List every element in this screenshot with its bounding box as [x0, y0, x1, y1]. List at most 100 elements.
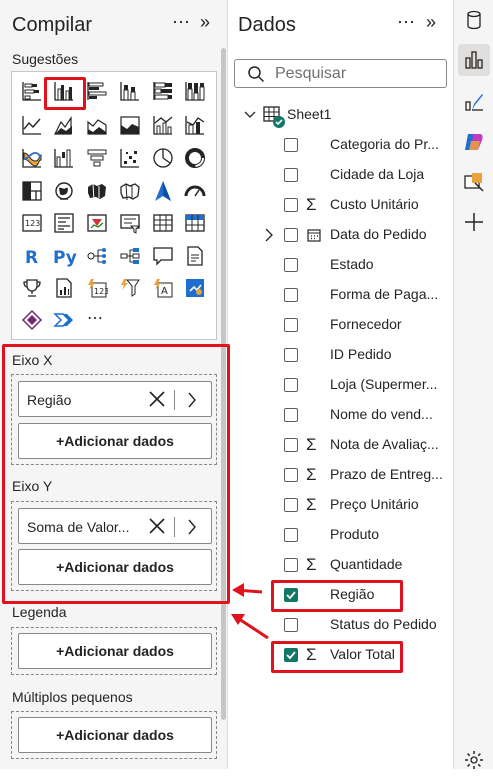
field-row[interactable]: Estado — [228, 250, 453, 280]
ribbon-chart-icon[interactable] — [21, 147, 43, 169]
field-checkbox[interactable] — [284, 378, 298, 392]
field-row[interactable]: Categoria do Pr... — [228, 130, 453, 160]
line-chart-icon[interactable] — [21, 114, 43, 136]
table-node[interactable]: Sheet1 — [228, 100, 453, 130]
field-checkbox[interactable] — [284, 348, 298, 362]
key-influencers-icon[interactable] — [86, 245, 108, 267]
field-row[interactable]: Σ Custo Unitário — [228, 190, 453, 220]
field-checkbox[interactable] — [284, 288, 298, 302]
field-row[interactable]: ID Pedido — [228, 340, 453, 370]
100-stacked-bar-chart-icon[interactable] — [152, 80, 174, 102]
area-chart-icon[interactable] — [53, 114, 75, 136]
kpi-icon[interactable] — [86, 212, 108, 234]
more-options-icon[interactable]: ⋯ — [397, 12, 416, 33]
field-checkbox[interactable] — [284, 168, 298, 182]
field-row[interactable]: Loja (Supermer... — [228, 370, 453, 400]
collapse-pane-icon[interactable]: » — [200, 12, 211, 33]
y-axis-well[interactable]: Soma de Valor... +Adicionar dados — [11, 501, 217, 591]
power-apps-alt-icon[interactable] — [21, 309, 43, 331]
pie-chart-icon[interactable] — [152, 147, 174, 169]
field-checkbox[interactable] — [284, 408, 298, 422]
python-visual-icon[interactable]: Py — [53, 245, 79, 267]
legend-add-data-button[interactable]: +Adicionar dados — [18, 633, 212, 669]
field-row[interactable]: Σ Preço Unitário — [228, 490, 453, 520]
clustered-column-chart-icon[interactable] — [53, 80, 75, 102]
build-pane-scrollbar[interactable] — [221, 48, 226, 720]
remove-field-icon[interactable] — [148, 517, 166, 535]
field-row[interactable]: Produto — [228, 520, 453, 550]
stacked-column-chart-icon[interactable] — [119, 80, 141, 102]
field-row[interactable]: Nome do vend... — [228, 400, 453, 430]
y-axis-field-chip[interactable]: Soma de Valor... — [18, 508, 212, 544]
custom-visual-icon[interactable] — [184, 277, 206, 299]
small-multiples-add-data-button[interactable]: +Adicionar dados — [18, 717, 212, 753]
scatter-chart-icon[interactable] — [119, 147, 141, 169]
gauge-icon[interactable] — [184, 180, 206, 202]
remove-field-icon[interactable] — [148, 390, 166, 408]
field-checkbox[interactable] — [284, 588, 298, 602]
field-checkbox[interactable] — [284, 318, 298, 332]
chevron-right-icon[interactable] — [264, 227, 274, 243]
field-row[interactable]: Σ Quantidade — [228, 550, 453, 580]
data-rail-button[interactable] — [458, 4, 490, 36]
treemap-icon[interactable] — [21, 180, 43, 202]
field-checkbox[interactable] — [284, 438, 298, 452]
more-options-icon[interactable]: ⋯ — [172, 12, 191, 33]
line-stacked-column-chart-icon[interactable] — [184, 114, 206, 136]
donut-chart-icon[interactable] — [184, 147, 206, 169]
y-axis-add-data-button[interactable]: +Adicionar dados — [18, 549, 212, 585]
filled-map-icon[interactable] — [86, 180, 108, 202]
decomposition-tree-icon[interactable] — [119, 245, 141, 267]
card-icon[interactable]: 123 — [21, 212, 43, 234]
stacked-area-chart-icon[interactable] — [86, 114, 108, 136]
smart-narrative-icon[interactable]: A — [152, 277, 174, 299]
multi-row-card-icon[interactable] — [53, 212, 75, 234]
field-checkbox[interactable] — [284, 228, 298, 242]
chevron-right-icon[interactable] — [185, 391, 199, 409]
trophy-icon[interactable] — [21, 277, 43, 299]
format-rail-button[interactable] — [458, 86, 490, 118]
legend-well[interactable]: +Adicionar dados — [11, 627, 217, 675]
power-automate-icon[interactable] — [119, 277, 141, 299]
field-checkbox[interactable] — [284, 258, 298, 272]
x-axis-field-chip[interactable]: Região — [18, 381, 212, 417]
field-row[interactable]: Status do Pedido — [228, 610, 453, 640]
matrix-icon[interactable] — [184, 212, 206, 234]
field-row[interactable]: Data do Pedido — [228, 220, 453, 250]
power-apps-icon[interactable]: 123 — [86, 277, 108, 299]
100-stacked-area-chart-icon[interactable] — [119, 114, 141, 136]
search-input[interactable]: Pesquisar — [275, 65, 346, 83]
qa-visual-icon[interactable] — [152, 245, 174, 267]
field-checkbox[interactable] — [284, 618, 298, 632]
chevron-down-icon[interactable] — [244, 110, 256, 120]
map-icon[interactable] — [53, 180, 75, 202]
field-row[interactable]: Região — [228, 580, 453, 610]
report-icon[interactable] — [53, 277, 75, 299]
copilot-rail-button[interactable] — [458, 126, 490, 158]
field-checkbox[interactable] — [284, 468, 298, 482]
x-axis-well[interactable]: Região +Adicionar dados — [11, 374, 217, 465]
field-checkbox[interactable] — [284, 198, 298, 212]
field-checkbox[interactable] — [284, 498, 298, 512]
collapse-pane-icon[interactable]: » — [426, 12, 437, 33]
100-stacked-column-chart-icon[interactable] — [184, 80, 206, 102]
chevron-visual-icon[interactable] — [53, 309, 75, 331]
azure-map-icon[interactable] — [152, 180, 174, 202]
field-row[interactable]: Cidade da Loja — [228, 160, 453, 190]
insert-visual-rail-button[interactable] — [458, 166, 490, 198]
field-row[interactable]: Σ Nota de Avaliaç... — [228, 430, 453, 460]
table-icon[interactable] — [152, 212, 174, 234]
funnel-chart-icon[interactable] — [86, 147, 108, 169]
add-pane-rail-button[interactable] — [458, 206, 490, 238]
x-axis-add-data-button[interactable]: +Adicionar dados — [18, 423, 212, 459]
field-row[interactable]: Σ Prazo de Entreg... — [228, 460, 453, 490]
search-box[interactable]: Pesquisar — [234, 59, 447, 88]
line-clustered-column-chart-icon[interactable] — [152, 114, 174, 136]
settings-rail-button[interactable] — [458, 744, 490, 776]
more-visuals-icon[interactable]: ⋯ — [87, 308, 104, 328]
chevron-right-icon[interactable] — [185, 518, 199, 536]
field-checkbox[interactable] — [284, 648, 298, 662]
r-script-visual-icon[interactable]: R — [21, 245, 43, 267]
waterfall-chart-icon[interactable] — [53, 147, 75, 169]
slicer-icon[interactable] — [119, 212, 141, 234]
